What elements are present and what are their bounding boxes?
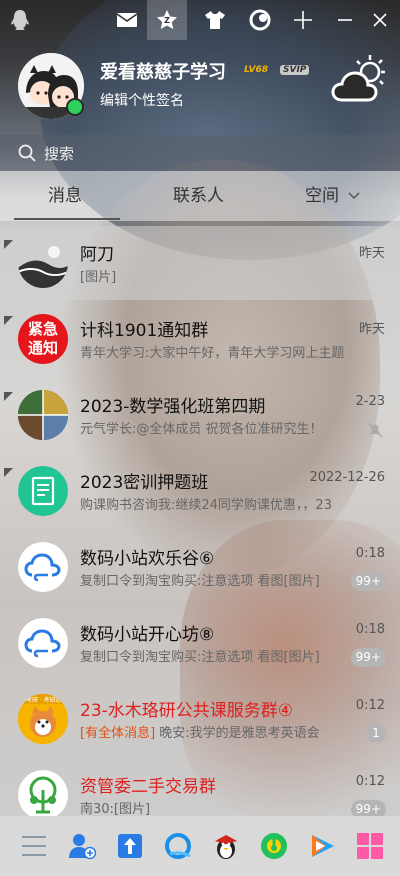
conversation-list[interactable]: 阿刀 [图片] 昨天 紧急 通知 计科1901通知群 青年大学习:大家中午好，青…: [0, 221, 400, 816]
theme-moon-icon[interactable]: [240, 0, 280, 40]
conversation-item[interactable]: 资管委二手交易群 南30:[图片] 0:12 99+: [0, 758, 400, 816]
group-avatar-urgent-notice[interactable]: 紧急 通知: [18, 314, 68, 364]
conversation-title: 计科1901通知群: [80, 321, 209, 341]
qzone-star-icon[interactable]: Z: [147, 0, 187, 40]
unread-count-badge: 99+: [350, 648, 386, 667]
conversation-item[interactable]: 数码小站开心坊⑧ 复制口令到淘宝购买:注意选项 看图[图片] 0:18 99+: [0, 606, 400, 680]
conversation-time: 2-23: [355, 394, 385, 409]
conversation-item[interactable]: 阿刀 [图片] 昨天: [0, 226, 400, 300]
chevron-down-icon: [348, 192, 360, 200]
conversation-item[interactable]: 23考研 · 考研必备 23-水木珞研公共课服务群④ [有全体消息] 晚安:我学…: [0, 682, 400, 756]
mention-all-tag: [有全体消息]: [80, 726, 156, 741]
pinned-marker: [4, 468, 13, 477]
svg-text:Z: Z: [164, 16, 170, 25]
add-friend-icon[interactable]: [66, 830, 98, 862]
search-bar[interactable]: 搜索: [0, 135, 400, 171]
urgent-badge-line2: 通知: [27, 339, 58, 357]
conversation-item[interactable]: 数码小站欢乐谷⑥ 复制口令到淘宝购买:注意选项 看图[图片] 0:18 99+: [0, 530, 400, 604]
online-status-dot[interactable]: [66, 98, 84, 116]
app-manager-grid-icon[interactable]: [354, 830, 386, 862]
conversation-title: 2023-数学强化班第四期: [80, 397, 266, 417]
mail-icon[interactable]: [107, 0, 147, 40]
tab-qzone-label: 空间: [305, 186, 339, 206]
group-avatar-document[interactable]: [18, 466, 68, 516]
conversation-title: 资管委二手交易群: [80, 777, 216, 797]
conversation-preview: 南30:[图片]: [80, 802, 151, 816]
urgent-badge-line1: 紧急: [27, 320, 58, 338]
conversation-title: 数码小站开心坊⑧: [80, 625, 215, 645]
conversation-preview: 元气学长:@全体成员 祝贺各位准研究生！: [80, 422, 323, 437]
title-bar: Z: [0, 0, 400, 40]
svip-badge[interactable]: SVIP: [280, 65, 310, 75]
conversation-time: 0:18: [355, 622, 385, 637]
conversation-preview: [有全体消息] 晚安:我学的是雅思考英语会: [80, 722, 350, 741]
conversation-time: 0:18: [355, 546, 385, 561]
menu-icon[interactable]: [18, 830, 50, 862]
contact-avatar[interactable]: [18, 238, 68, 288]
conversation-preview: 购课购书咨询我:继续24同学购课优惠，，23: [80, 498, 332, 513]
unread-count-badge: 1: [366, 724, 386, 743]
conversation-title: 23-水木珞研公共课服务群④: [80, 701, 294, 721]
pinned-marker: [4, 240, 13, 249]
qq-browser-icon[interactable]: [162, 830, 194, 862]
group-avatar-cloud[interactable]: [18, 542, 68, 592]
tab-contacts[interactable]: 联系人: [173, 171, 224, 221]
conversation-time: 0:12: [355, 774, 385, 789]
conversation-item[interactable]: 2023-数学强化班第四期 元气学长:@全体成员 祝贺各位准研究生！ 2-23: [0, 378, 400, 452]
tencent-video-icon[interactable]: [306, 830, 338, 862]
weather-cloud-sun-icon[interactable]: [330, 52, 390, 108]
active-tab-indicator: [14, 218, 120, 220]
unread-count-badge: 99+: [350, 572, 386, 591]
conversation-preview: 复制口令到淘宝购买:注意选项 看图[图片]: [80, 650, 320, 665]
conversation-title: 阿刀: [80, 245, 114, 265]
minimize-icon[interactable]: [325, 0, 365, 40]
signature-field[interactable]: 编辑个性签名: [100, 90, 184, 110]
unread-count-badge: 99+: [350, 800, 386, 816]
group-avatar-cloud[interactable]: [18, 618, 68, 668]
tab-bar: 消息 联系人 空间: [0, 171, 400, 221]
add-plus-icon[interactable]: [283, 0, 323, 40]
mute-bell-icon: [367, 422, 383, 438]
conversation-preview: 复制口令到淘宝购买:注意选项 看图[图片]: [80, 574, 320, 589]
group-avatar-tree[interactable]: [18, 770, 68, 816]
tab-qzone[interactable]: 空间: [305, 171, 360, 221]
conversation-time: 昨天: [358, 246, 385, 261]
conversation-time: 2022-12-26: [309, 470, 385, 485]
search-input[interactable]: 搜索: [44, 143, 74, 164]
pinned-marker: [4, 392, 13, 401]
file-transfer-icon[interactable]: [114, 830, 146, 862]
conversation-title: 2023密训押题班: [80, 473, 209, 493]
bottom-toolbar: [0, 816, 400, 876]
qq-game-penguin-icon[interactable]: [210, 830, 242, 862]
search-icon: [18, 144, 36, 162]
close-icon[interactable]: [360, 0, 400, 40]
conversation-time: 昨天: [358, 322, 385, 337]
skin-shirt-icon[interactable]: [195, 0, 235, 40]
group-avatar-photo-grid[interactable]: [18, 390, 68, 440]
tab-messages[interactable]: 消息: [48, 171, 82, 221]
conversation-preview-text: 晚安:我学的是雅思考英语会: [155, 726, 320, 741]
conversation-preview: [图片]: [80, 270, 117, 285]
qq-main-panel: Z 爱看慈慈子学习 LV68 SVIP 编辑个性签名 搜索 消息 联系人 空间 …: [0, 0, 400, 876]
conversation-item[interactable]: 2023密训押题班 购课购书咨询我:继续24同学购课优惠，，23 2022-12…: [0, 454, 400, 528]
conversation-item[interactable]: 紧急 通知 计科1901通知群 青年大学习:大家中午好，青年大学习网上主题 昨天: [0, 302, 400, 376]
user-nickname[interactable]: 爱看慈慈子学习: [100, 58, 226, 84]
conversation-time: 0:12: [355, 698, 385, 713]
level-badge[interactable]: LV68: [244, 65, 268, 75]
conversation-preview: 青年大学习:大家中午好，青年大学习网上主题: [80, 346, 345, 361]
conversation-title: 数码小站欢乐谷⑥: [80, 549, 215, 569]
group-banner-text: 23考研 · 考研必备: [18, 697, 68, 704]
profile-header: 爱看慈慈子学习 LV68 SVIP 编辑个性签名: [0, 40, 400, 135]
group-avatar-shiba[interactable]: 23考研 · 考研必备: [18, 694, 68, 744]
qq-penguin-logo[interactable]: [0, 0, 40, 40]
qq-music-icon[interactable]: [258, 830, 290, 862]
pinned-marker: [4, 316, 13, 325]
